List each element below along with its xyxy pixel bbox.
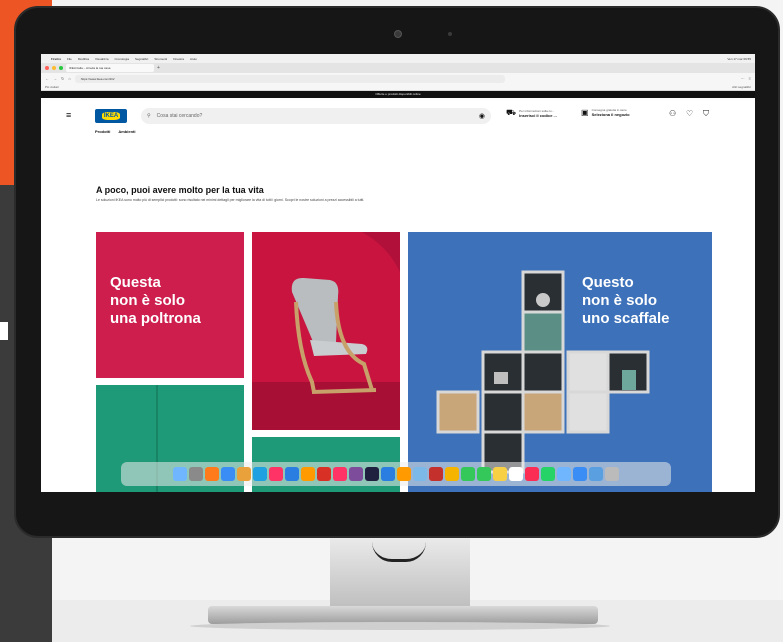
card-shelf[interactable]: Questo non è solo uno scaffale: [408, 232, 712, 492]
ikea-logo-text: IKEA: [101, 112, 121, 120]
search-icon: ⚲: [147, 113, 151, 119]
armchair-illustration: [252, 232, 400, 430]
navigation-bar: ← → ↻ ⌂ https://www.ikea.com/it/it/ ⋯ ≡: [41, 73, 755, 84]
contacts-icon[interactable]: [237, 467, 251, 481]
search-placeholder: Cosa stai cercando?: [156, 113, 203, 119]
address-bar[interactable]: https://www.ikea.com/it/it/: [74, 74, 505, 83]
messages-icon[interactable]: [477, 467, 491, 481]
indesign-icon[interactable]: [333, 467, 347, 481]
music-icon[interactable]: [525, 467, 539, 481]
store-icon: ▣: [581, 108, 589, 117]
shelf-illustration: [408, 232, 712, 492]
caption-line: Questo: [582, 274, 634, 291]
new-tab-icon[interactable]: +: [157, 65, 160, 71]
launchpad-icon[interactable]: [189, 467, 203, 481]
hamburger-menu-icon[interactable]: ≡: [66, 110, 71, 120]
bridge-icon[interactable]: [349, 467, 363, 481]
card-left-caption: Questa non è solo una poltrona: [110, 274, 201, 328]
home-icon[interactable]: ⌂: [68, 76, 70, 81]
promo-banner[interactable]: Offerte e prodotti disponibili online: [41, 91, 755, 98]
cart-icon[interactable]: ⛉: [703, 109, 709, 119]
heart-icon[interactable]: ♡: [686, 109, 693, 118]
facetime-icon[interactable]: [461, 467, 475, 481]
delivery-bold: Inserisci il codice ...: [519, 112, 557, 118]
caption-line: non è solo: [110, 292, 185, 309]
mail-icon[interactable]: [221, 467, 235, 481]
truck-icon: ⛟: [506, 108, 517, 117]
preview-icon[interactable]: [413, 467, 427, 481]
reload-icon[interactable]: ↻: [61, 76, 64, 81]
menubar-clock: Ven 17 mar 09:55: [727, 56, 751, 61]
menu-edit[interactable]: Modifica: [78, 57, 89, 61]
caption-line: uno scaffale: [582, 310, 670, 327]
camera-icon: [394, 30, 402, 38]
skype-icon[interactable]: [253, 467, 267, 481]
folder-icon[interactable]: [589, 467, 603, 481]
forward-icon[interactable]: →: [53, 76, 57, 81]
delivery-selector[interactable]: ⛟ Per informazioni sulla co... Inserisci…: [506, 108, 557, 118]
caption-line: non è solo: [582, 292, 657, 309]
extensions-icon[interactable]: ⋯: [741, 76, 745, 81]
bookmark-most-visited[interactable]: Più visitati: [45, 85, 59, 89]
trash-icon[interactable]: [605, 467, 619, 481]
store-bold: Seleziona il negozio: [591, 112, 630, 117]
acrobat-icon[interactable]: [317, 467, 331, 481]
store-selector[interactable]: ▣ Consegna gratuita in store Seleziona i…: [581, 108, 630, 117]
minimize-window-icon[interactable]: [52, 66, 56, 70]
notes-icon[interactable]: [493, 467, 507, 481]
user-icon[interactable]: ⚇: [669, 109, 676, 118]
intro-text: Le soluzioni IKEA sono molto più di semp…: [96, 198, 365, 202]
ikea-logo[interactable]: IKEA: [95, 109, 127, 123]
finder-icon[interactable]: [557, 467, 571, 481]
card-armchair-text[interactable]: Questa non è solo una poltrona: [96, 232, 244, 378]
calendar-icon[interactable]: [509, 467, 523, 481]
mac-dock: [121, 462, 671, 486]
back-icon[interactable]: ←: [45, 76, 49, 81]
bookmark-other[interactable]: Altri segnalibri: [732, 85, 751, 89]
ikea-header: ≡ IKEA ⚲ Cosa stai cercando? ◉ ⛟ Per inf…: [41, 98, 755, 138]
chrome-icon[interactable]: [445, 467, 459, 481]
card-armchair-image[interactable]: [252, 232, 400, 430]
whatsapp-icon[interactable]: [541, 467, 555, 481]
menu-view[interactable]: Visualizza: [95, 57, 108, 61]
stand-shadow: [190, 622, 610, 630]
menubar-app[interactable]: Firefox: [51, 57, 61, 61]
zoom-window-icon[interactable]: [59, 66, 63, 70]
firefox-icon[interactable]: [205, 467, 219, 481]
card-right-caption: Questo non è solo uno scaffale: [582, 274, 670, 328]
filezilla-icon[interactable]: [429, 467, 443, 481]
menu-file[interactable]: File: [67, 57, 72, 61]
bookmarks-bar: Più visitati Altri segnalibri: [41, 84, 755, 91]
tab-ikea[interactable]: IKEA Italia – Arreda la tua casa: [66, 64, 154, 72]
tab-strip: IKEA Italia – Arreda la tua casa +: [41, 63, 755, 73]
search-input[interactable]: ⚲ Cosa stai cercando? ◉: [141, 108, 491, 124]
photoshop-icon[interactable]: [285, 467, 299, 481]
camera-search-icon[interactable]: ◉: [479, 112, 485, 120]
sensor-icon: [448, 32, 452, 36]
mac-menubar: Firefox File Modifica Visualizza Cronolo…: [41, 54, 755, 63]
caption-line: Questa: [110, 274, 161, 291]
background-notch: [0, 322, 8, 340]
mail-icon[interactable]: [573, 467, 587, 481]
menu-help[interactable]: Aiuto: [190, 57, 197, 61]
monitor-screen: Firefox File Modifica Visualizza Cronolo…: [41, 54, 755, 492]
finder-icon[interactable]: [173, 467, 187, 481]
subnav-rooms[interactable]: Ambienti: [118, 129, 135, 134]
menu-bookmarks[interactable]: Segnalibri: [135, 57, 148, 61]
caption-line: una poltrona: [110, 310, 201, 327]
ikea-subnav: Prodotti Ambienti: [95, 129, 135, 134]
illustrator-icon[interactable]: [301, 467, 315, 481]
menu-icon[interactable]: ≡: [749, 76, 751, 81]
media-encoder-icon[interactable]: [365, 467, 379, 481]
close-window-icon[interactable]: [45, 66, 49, 70]
menu-window[interactable]: Finestra: [173, 57, 184, 61]
photoshop-icon[interactable]: [381, 467, 395, 481]
menu-history[interactable]: Cronologia: [114, 57, 129, 61]
illustrator-icon[interactable]: [397, 467, 411, 481]
subnav-products[interactable]: Prodotti: [95, 129, 110, 134]
page-title: A poco, puoi avere molto per la tua vita: [96, 185, 264, 195]
indesign-icon[interactable]: [269, 467, 283, 481]
menu-tools[interactable]: Strumenti: [154, 57, 167, 61]
